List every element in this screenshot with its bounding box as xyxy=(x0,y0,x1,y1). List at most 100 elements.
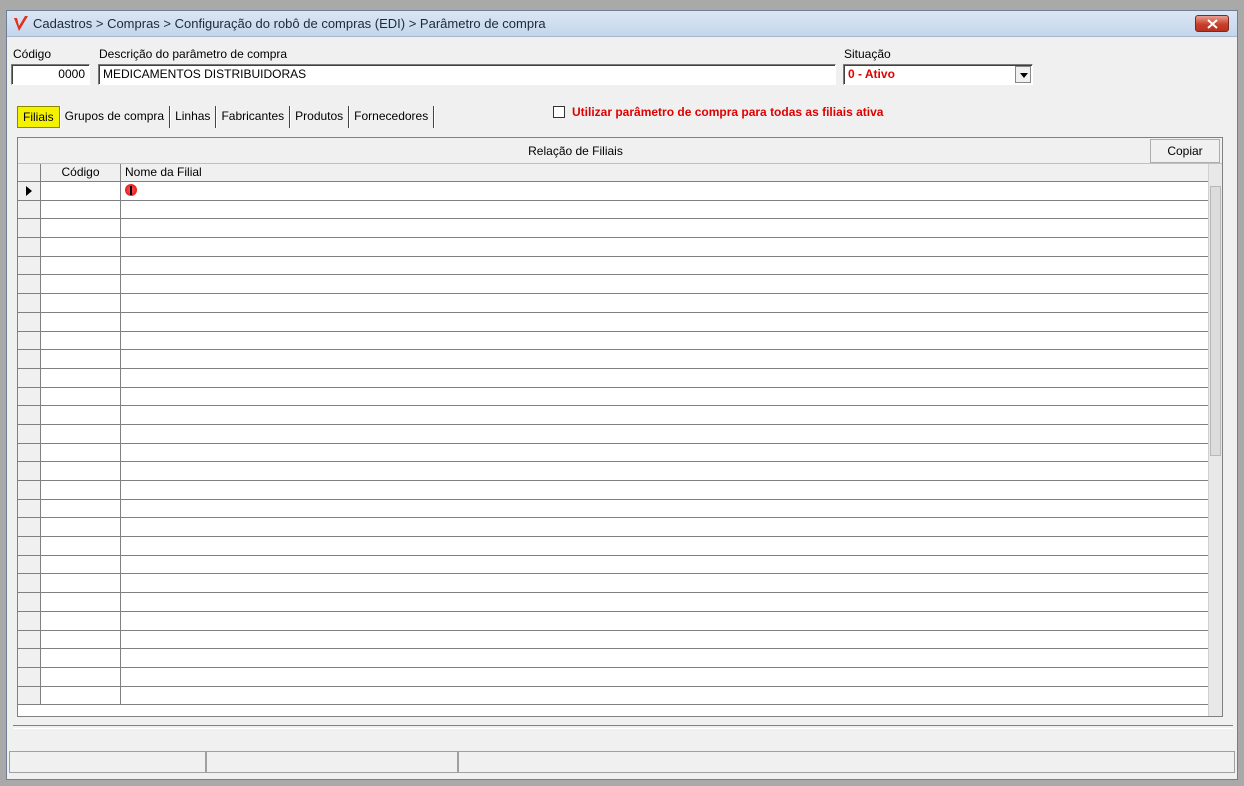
title-bar[interactable]: Cadastros > Compras > Configuração do ro… xyxy=(7,11,1237,37)
cell-codigo[interactable] xyxy=(41,368,121,387)
cell-codigo[interactable] xyxy=(41,331,121,350)
cell-codigo[interactable] xyxy=(41,424,121,443)
row-indicator[interactable] xyxy=(18,611,41,630)
table-row[interactable] xyxy=(18,238,1208,257)
vertical-scrollbar[interactable] xyxy=(1208,164,1222,716)
row-indicator[interactable] xyxy=(18,424,41,443)
cell-codigo[interactable] xyxy=(41,443,121,462)
tab-fabricantes[interactable]: Fabricantes xyxy=(216,106,291,128)
cell-codigo[interactable] xyxy=(41,611,121,630)
cell-codigo[interactable] xyxy=(41,312,121,331)
situacao-select[interactable]: 0 - Ativo xyxy=(843,64,1033,85)
table-row[interactable] xyxy=(18,256,1208,276)
cell-codigo[interactable] xyxy=(41,593,121,611)
row-indicator[interactable] xyxy=(18,256,41,275)
row-indicator[interactable] xyxy=(18,294,41,312)
all-branches-label[interactable]: Utilizar parâmetro de compra para todas … xyxy=(572,105,883,119)
row-indicator[interactable] xyxy=(18,406,41,424)
table-row[interactable] xyxy=(18,406,1208,425)
table-row[interactable] xyxy=(18,219,1208,239)
table-row[interactable] xyxy=(18,182,1208,201)
row-indicator[interactable] xyxy=(18,443,41,462)
row-indicator[interactable] xyxy=(18,238,41,256)
cell-codigo[interactable] xyxy=(41,649,121,667)
table-row[interactable] xyxy=(18,630,1208,650)
chevron-down-icon[interactable] xyxy=(1015,66,1031,83)
table-row[interactable] xyxy=(18,686,1208,706)
cell-codigo[interactable] xyxy=(41,537,121,555)
cell-codigo[interactable] xyxy=(41,219,121,238)
cell-codigo[interactable] xyxy=(41,462,121,480)
row-indicator[interactable] xyxy=(18,630,41,649)
row-indicator[interactable] xyxy=(18,555,41,574)
row-indicator[interactable] xyxy=(18,481,41,499)
cell-codigo[interactable] xyxy=(41,200,121,219)
table-row[interactable] xyxy=(18,350,1208,369)
row-indicator[interactable] xyxy=(18,462,41,480)
table-row[interactable] xyxy=(18,368,1208,388)
branches-grid[interactable]: Código Nome da Filial xyxy=(18,164,1208,714)
cell-codigo[interactable] xyxy=(41,555,121,574)
close-button[interactable] xyxy=(1195,15,1229,32)
cell-codigo[interactable] xyxy=(41,238,121,256)
table-row[interactable] xyxy=(18,424,1208,444)
copy-button[interactable]: Copiar xyxy=(1150,139,1220,163)
cell-codigo[interactable] xyxy=(41,350,121,368)
cell-codigo[interactable] xyxy=(41,667,121,686)
cell-codigo[interactable] xyxy=(41,406,121,424)
row-indicator[interactable] xyxy=(18,368,41,387)
row-indicator[interactable] xyxy=(18,331,41,350)
row-indicator[interactable] xyxy=(18,499,41,518)
row-indicator[interactable] xyxy=(18,649,41,667)
cell-codigo[interactable] xyxy=(41,481,121,499)
cell-codigo[interactable] xyxy=(41,686,121,705)
tab-filiais[interactable]: Filiais xyxy=(17,106,60,128)
table-row[interactable] xyxy=(18,555,1208,575)
descricao-field[interactable]: MEDICAMENTOS DISTRIBUIDORAS xyxy=(98,64,836,85)
row-indicator[interactable] xyxy=(18,387,41,406)
column-header-codigo[interactable]: Código xyxy=(41,164,121,181)
table-row[interactable] xyxy=(18,499,1208,519)
tab-fornecedores[interactable]: Fornecedores xyxy=(349,106,435,128)
row-indicator[interactable] xyxy=(18,275,41,294)
table-row[interactable] xyxy=(18,481,1208,500)
tab-produtos[interactable]: Produtos xyxy=(290,106,350,128)
table-row[interactable] xyxy=(18,518,1208,538)
row-indicator[interactable] xyxy=(18,593,41,611)
cell-codigo[interactable] xyxy=(41,574,121,593)
row-indicator[interactable] xyxy=(18,686,41,705)
row-indicator[interactable] xyxy=(18,182,41,200)
table-row[interactable] xyxy=(18,574,1208,594)
cell-codigo[interactable] xyxy=(41,387,121,406)
tab-grupos-de-compra[interactable]: Grupos de compra xyxy=(60,106,171,128)
cell-codigo[interactable] xyxy=(41,256,121,275)
codigo-field[interactable]: 0000 xyxy=(11,64,90,85)
table-row[interactable] xyxy=(18,667,1208,687)
row-indicator[interactable] xyxy=(18,518,41,537)
table-row[interactable] xyxy=(18,387,1208,407)
row-indicator[interactable] xyxy=(18,350,41,368)
table-row[interactable] xyxy=(18,649,1208,668)
row-indicator[interactable] xyxy=(18,312,41,331)
table-row[interactable] xyxy=(18,331,1208,351)
row-indicator[interactable] xyxy=(18,667,41,686)
row-indicator[interactable] xyxy=(18,574,41,593)
column-header-nome-filial[interactable]: Nome da Filial xyxy=(121,164,1208,181)
table-row[interactable] xyxy=(18,593,1208,612)
cell-codigo[interactable] xyxy=(41,294,121,312)
table-row[interactable] xyxy=(18,294,1208,313)
table-row[interactable] xyxy=(18,200,1208,220)
row-indicator[interactable] xyxy=(18,537,41,555)
cell-codigo[interactable] xyxy=(41,275,121,294)
scrollbar-thumb[interactable] xyxy=(1210,186,1221,456)
cell-codigo[interactable] xyxy=(41,499,121,518)
table-row[interactable] xyxy=(18,275,1208,295)
cell-codigo[interactable] xyxy=(41,518,121,537)
tab-linhas[interactable]: Linhas xyxy=(170,106,217,128)
cell-codigo[interactable] xyxy=(41,182,137,200)
row-indicator[interactable] xyxy=(18,200,41,219)
cell-codigo[interactable] xyxy=(41,630,121,649)
table-row[interactable] xyxy=(18,312,1208,332)
table-row[interactable] xyxy=(18,462,1208,481)
all-branches-checkbox[interactable] xyxy=(553,106,565,118)
